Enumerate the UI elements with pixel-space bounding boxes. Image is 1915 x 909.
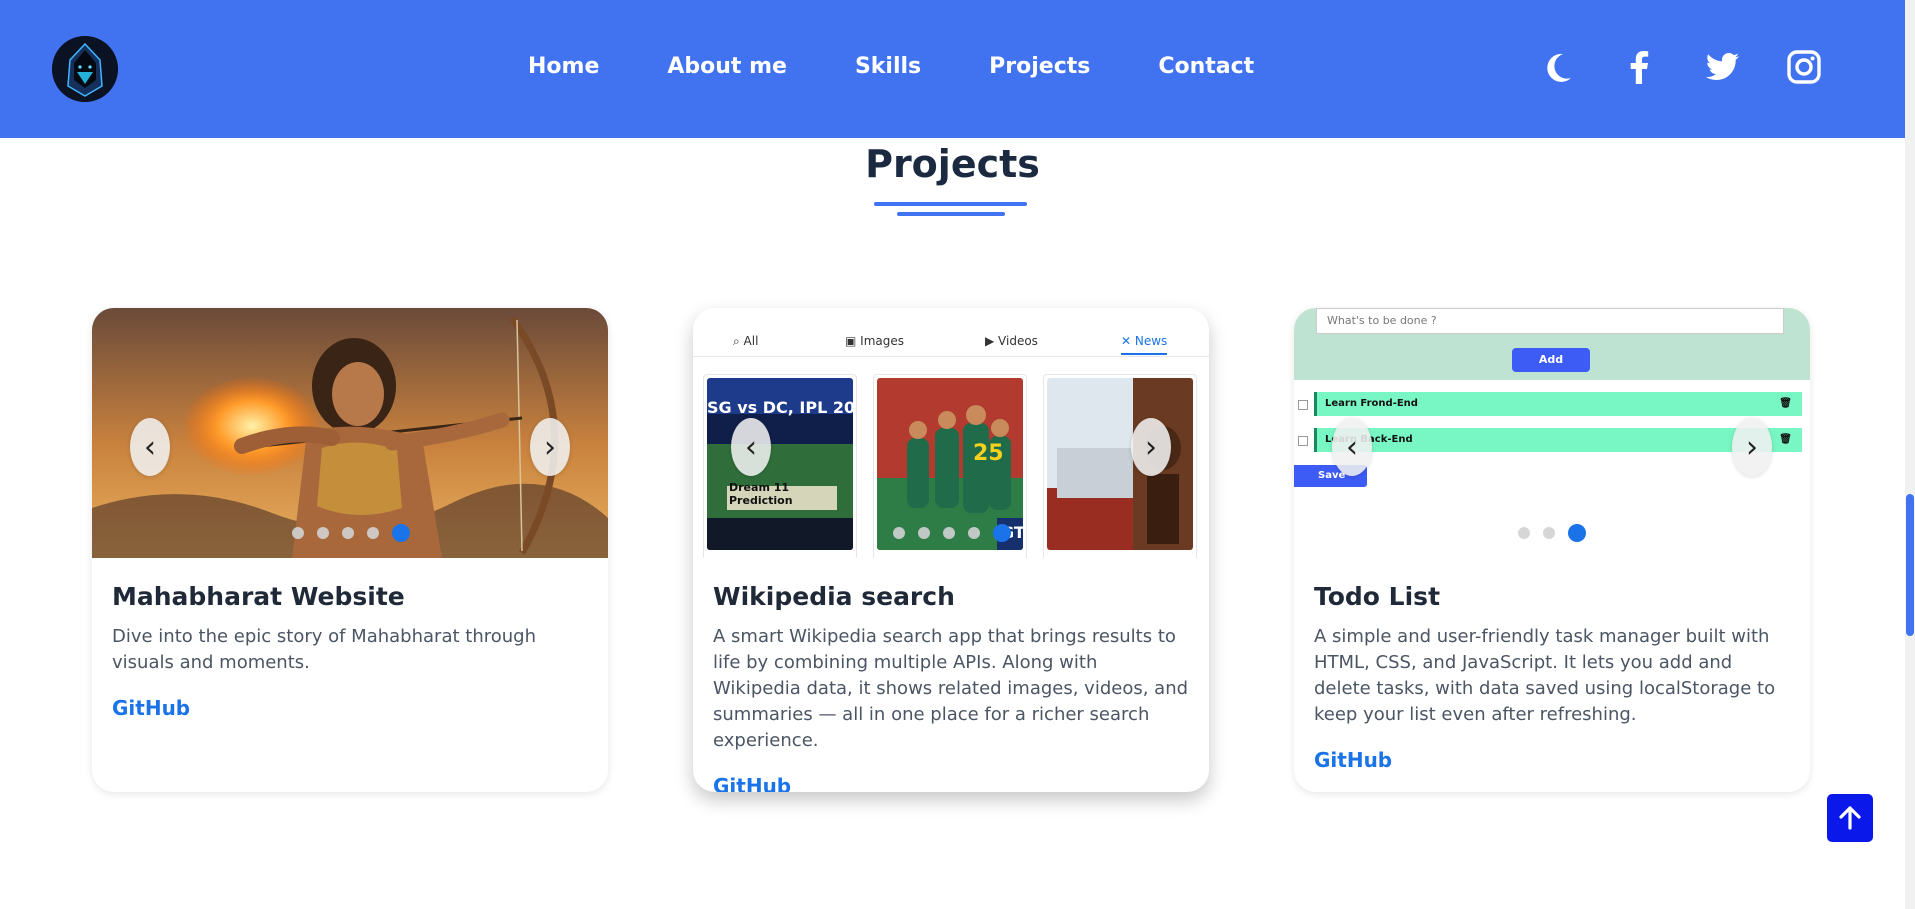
carousel-dot[interactable]	[317, 527, 329, 539]
preview-todo-header: What's to be done ? Add	[1294, 308, 1810, 380]
preview-todo-item: Learn Back-End 🗑	[1314, 428, 1802, 452]
preview-tab-images: ▣ Images	[845, 334, 904, 348]
carousel-dot[interactable]	[342, 527, 354, 539]
preview-thumb-cricket-stadium: SG vs DC, IPL 202 Dream 11 Prediction	[707, 378, 853, 550]
facebook-icon[interactable]	[1621, 48, 1659, 86]
page-scrollbar[interactable]	[1905, 0, 1915, 909]
carousel-dot[interactable]	[918, 527, 930, 539]
card-body: Todo List A simple and user-friendly tas…	[1314, 582, 1790, 772]
nav-link-home[interactable]: Home	[528, 54, 599, 79]
hooded-figure-logo[interactable]	[52, 36, 118, 102]
carousel-indicators	[1518, 524, 1586, 542]
carousel-dot[interactable]	[1543, 527, 1555, 539]
project-description: Dive into the epic story of Mahabharat t…	[112, 626, 536, 673]
carousel-prev-button[interactable]: ‹	[130, 418, 170, 476]
github-link[interactable]: GitHub	[1314, 748, 1392, 772]
instagram-icon[interactable]	[1785, 48, 1823, 86]
preview-todo-add-button: Add	[1512, 348, 1590, 372]
carousel-next-button[interactable]: ›	[1131, 418, 1171, 476]
nav-icons	[1495, 48, 1823, 86]
twitter-icon[interactable]	[1703, 48, 1741, 86]
nav-link-contact[interactable]: Contact	[1158, 54, 1254, 79]
carousel-prev-button[interactable]: ‹	[1332, 418, 1372, 476]
title-underline	[874, 202, 1027, 206]
project-card-todo: What's to be done ? Add Learn Frond-End …	[1294, 308, 1810, 792]
carousel-indicators	[893, 524, 1011, 542]
title-underline-short	[897, 212, 1005, 216]
project-carousel: ⌕ All ▣ Images ▶ Videos ✕ News SG vs DC,…	[693, 308, 1209, 558]
carousel-dot[interactable]	[943, 527, 955, 539]
project-carousel: ‹ ›	[92, 308, 608, 558]
hooded-figure-icon	[52, 36, 118, 102]
navbar: Home About me Skills Projects Contact	[0, 0, 1905, 138]
carousel-prev-button[interactable]: ‹	[731, 418, 771, 476]
carousel-dot[interactable]	[1518, 527, 1530, 539]
scroll-to-top-button[interactable]	[1827, 794, 1873, 842]
preview-thumb-stadium-exterior	[1047, 378, 1193, 550]
page-scrollbar-thumb[interactable]	[1906, 494, 1914, 636]
github-link[interactable]: GitHub	[713, 774, 791, 792]
trash-icon: 🗑	[1779, 434, 1792, 445]
carousel-dot[interactable]	[367, 527, 379, 539]
carousel-next-button[interactable]: ›	[1732, 418, 1772, 476]
section-title: Projects	[865, 142, 1040, 186]
carousel-dot-active[interactable]	[392, 524, 410, 542]
project-title: Todo List	[1314, 582, 1441, 611]
svg-text:25: 25	[973, 441, 1004, 466]
preview-todo-checkbox	[1298, 436, 1308, 446]
nav-link-projects[interactable]: Projects	[989, 54, 1090, 79]
carousel-dot-active[interactable]	[993, 524, 1011, 542]
project-card-wikipedia: ⌕ All ▣ Images ▶ Videos ✕ News SG vs DC,…	[693, 308, 1209, 792]
card-body: Mahabharat Website Dive into the epic st…	[112, 582, 588, 720]
project-description: A simple and user-friendly task manager …	[1314, 626, 1776, 725]
trash-icon: 🗑	[1779, 398, 1792, 409]
project-description: A smart Wikipedia search app that brings…	[713, 626, 1189, 751]
preview-thumb-caption: Dream 11 Prediction	[729, 481, 793, 507]
nav-link-skills[interactable]: Skills	[855, 54, 921, 79]
preview-tab-all: ⌕ All	[733, 334, 759, 348]
preview-tab-news: ✕ News	[1121, 334, 1168, 355]
nav-links: Home About me Skills Projects Contact	[528, 54, 1254, 79]
archer-illustration	[92, 308, 608, 558]
nav-link-about[interactable]: About me	[667, 54, 787, 79]
project-title: Mahabharat Website	[112, 582, 405, 611]
carousel-dot[interactable]	[968, 527, 980, 539]
preview-todo-input: What's to be done ?	[1316, 308, 1784, 334]
preview-todo-item: Learn Frond-End 🗑	[1314, 392, 1802, 416]
moon-icon[interactable]	[1539, 48, 1577, 86]
carousel-next-button[interactable]: ›	[530, 418, 570, 476]
arrow-up-icon	[1839, 806, 1861, 830]
project-card-mahabharat: ‹ › Mahabharat Website Dive into the epi…	[92, 308, 608, 792]
preview-search-tabs: ⌕ All ▣ Images ▶ Videos ✕ News	[693, 326, 1209, 357]
preview-todo-checkbox	[1298, 400, 1308, 410]
carousel-indicators	[292, 524, 410, 542]
github-link[interactable]: GitHub	[112, 696, 190, 720]
card-body: Wikipedia search A smart Wikipedia searc…	[713, 582, 1189, 792]
preview-tab-videos: ▶ Videos	[985, 334, 1038, 348]
project-carousel: What's to be done ? Add Learn Frond-End …	[1294, 308, 1810, 558]
carousel-dot[interactable]	[893, 527, 905, 539]
carousel-dot[interactable]	[292, 527, 304, 539]
preview-thumb-headline: SG vs DC, IPL 202	[707, 398, 853, 417]
carousel-dot-active[interactable]	[1568, 524, 1586, 542]
project-title: Wikipedia search	[713, 582, 955, 611]
